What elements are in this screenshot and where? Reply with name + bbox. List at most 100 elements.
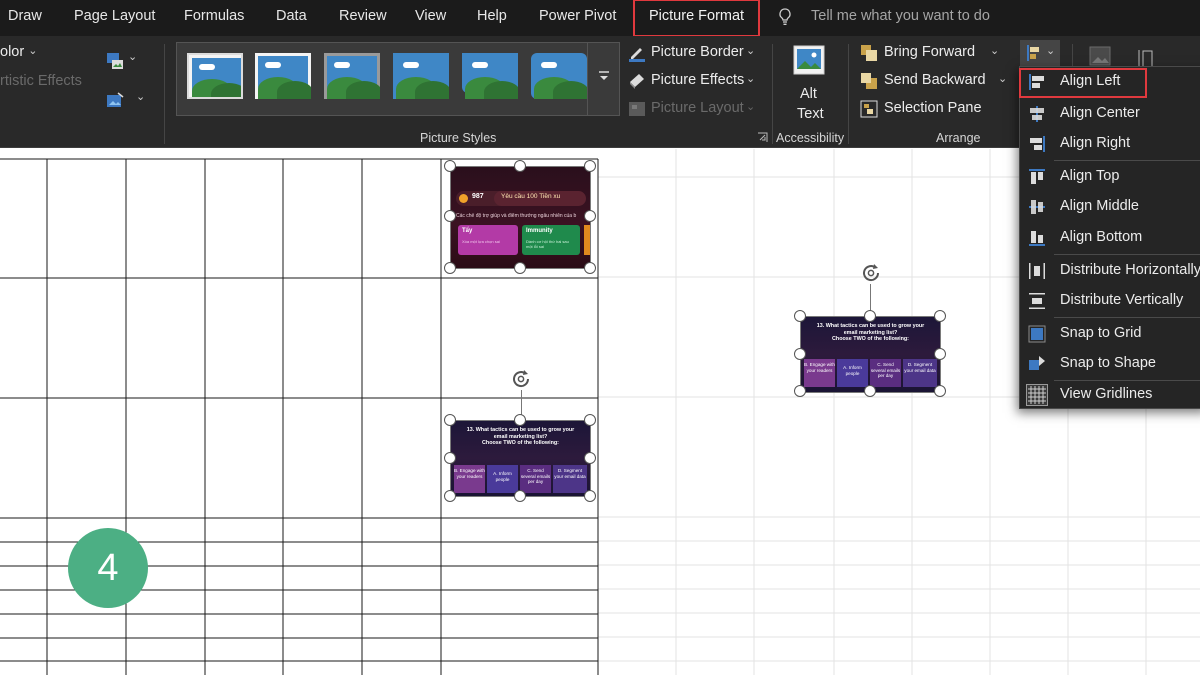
tab-power-pivot[interactable]: Power Pivot xyxy=(539,0,616,34)
tab-help[interactable]: Help xyxy=(477,0,507,34)
menu-item-align-bottom[interactable]: Align Bottom xyxy=(1020,224,1200,254)
resize-handle[interactable] xyxy=(584,160,596,172)
resize-handle[interactable] xyxy=(444,210,456,222)
picture-style-thumb[interactable] xyxy=(324,53,380,99)
resize-handle[interactable] xyxy=(584,490,596,502)
resize-handle[interactable] xyxy=(444,414,456,426)
picture-border-button[interactable]: Picture Border xyxy=(651,44,744,60)
tab-draw[interactable]: Draw xyxy=(8,0,42,34)
arrange-group-label: Arrange xyxy=(936,131,980,145)
resize-handle[interactable] xyxy=(514,262,526,274)
chevron-down-icon[interactable]: ⌄ xyxy=(998,72,1007,85)
alt-text-label-line2: Text xyxy=(797,106,824,122)
menu-item-snap-to-shape[interactable]: Snap to Shape xyxy=(1020,350,1200,380)
align-right-icon xyxy=(1028,135,1046,153)
menu-item-view-gridlines[interactable]: View Gridlines xyxy=(1020,381,1200,411)
menu-item-align-center[interactable]: Align Center xyxy=(1020,100,1200,130)
resize-handle[interactable] xyxy=(584,452,596,464)
align-middle-icon xyxy=(1028,198,1046,216)
menu-item-label: Align Right xyxy=(1060,135,1130,151)
dialog-launcher-icon[interactable] xyxy=(757,132,768,143)
resize-handle[interactable] xyxy=(514,414,526,426)
rotate-handle-icon[interactable] xyxy=(510,368,532,390)
rotate-handle-icon[interactable] xyxy=(860,262,882,284)
resize-handle[interactable] xyxy=(864,385,876,397)
lightbulb-icon xyxy=(778,8,792,26)
distribute-vertically-icon xyxy=(1028,292,1046,310)
resize-handle[interactable] xyxy=(584,210,596,222)
resize-handle[interactable] xyxy=(584,262,596,274)
picture-style-thumb[interactable] xyxy=(531,53,587,99)
resize-handle[interactable] xyxy=(794,310,806,322)
menu-item-label: Align Left xyxy=(1060,73,1120,89)
tab-view[interactable]: View xyxy=(415,0,446,34)
artistic-effects-button[interactable]: rtistic Effects xyxy=(0,73,82,89)
picture-layout-button[interactable]: Picture Layout xyxy=(651,100,744,116)
resize-handle[interactable] xyxy=(514,490,526,502)
align-left-icon xyxy=(1028,73,1046,91)
chevron-down-icon[interactable]: ⌄ xyxy=(990,44,999,57)
tell-me-search[interactable]: Tell me what you want to do xyxy=(778,0,990,34)
menu-item-distribute-vertically[interactable]: Distribute Vertically xyxy=(1020,287,1200,317)
tab-picture-format[interactable]: Picture Format xyxy=(633,0,760,37)
menu-item-label: Align Bottom xyxy=(1060,229,1142,245)
resize-handle[interactable] xyxy=(514,160,526,172)
resize-handle[interactable] xyxy=(934,348,946,360)
menu-item-label: Align Center xyxy=(1060,105,1140,121)
menu-item-snap-to-grid[interactable]: Snap to Grid xyxy=(1020,320,1200,350)
selection-pane-button[interactable]: Selection Pane xyxy=(884,100,982,116)
distribute-horizontally-icon xyxy=(1028,262,1046,280)
picture-style-thumb[interactable] xyxy=(187,53,243,99)
picture-layout-icon xyxy=(628,100,646,118)
align-dropdown-button[interactable]: ⌄ xyxy=(1020,40,1060,66)
snap-to-shape-icon xyxy=(1028,355,1046,373)
picture-border-label: Picture Border xyxy=(651,44,744,60)
resize-handle[interactable] xyxy=(934,385,946,397)
resize-handle[interactable] xyxy=(444,452,456,464)
gallery-more-button[interactable] xyxy=(587,43,619,115)
resize-handle[interactable] xyxy=(444,262,456,274)
artistic-effects-label: rtistic Effects xyxy=(0,73,82,89)
more-styles-icon xyxy=(598,71,610,83)
picture-style-thumb[interactable] xyxy=(255,53,311,99)
resize-handle[interactable] xyxy=(444,490,456,502)
group-separator xyxy=(772,44,773,144)
send-backward-button[interactable]: Send Backward xyxy=(884,72,986,88)
chevron-down-icon[interactable]: ⌄ xyxy=(746,100,755,113)
menu-item-distribute-horizontally[interactable]: Distribute Horizontally xyxy=(1020,257,1200,287)
menu-item-align-middle[interactable]: Align Middle xyxy=(1020,193,1200,223)
menu-item-align-top[interactable]: Align Top xyxy=(1020,163,1200,193)
resize-handle[interactable] xyxy=(794,385,806,397)
tab-page-layout[interactable]: Page Layout xyxy=(74,0,155,34)
resize-handle[interactable] xyxy=(444,160,456,172)
resize-handle[interactable] xyxy=(934,310,946,322)
tab-review[interactable]: Review xyxy=(339,0,387,34)
chevron-down-icon[interactable]: ⌄ xyxy=(746,44,755,57)
ribbon-tab-bar: Draw Page Layout Formulas Data Review Vi… xyxy=(0,0,1200,36)
resize-handle[interactable] xyxy=(584,414,596,426)
menu-item-label: Snap to Grid xyxy=(1060,325,1141,341)
menu-item-align-left[interactable]: Align Left xyxy=(1019,68,1147,98)
color-button[interactable]: olor⌄ xyxy=(0,44,33,60)
alt-text-button[interactable]: Alt Text xyxy=(780,42,840,128)
selection-frame xyxy=(450,420,591,497)
change-picture-icon[interactable] xyxy=(106,92,124,110)
bring-forward-button[interactable]: Bring Forward xyxy=(884,44,975,60)
view-gridlines-icon xyxy=(1026,384,1048,406)
crop-picture-icon[interactable] xyxy=(1089,46,1111,66)
chevron-down-icon[interactable]: ⌄ xyxy=(746,72,755,85)
compress-pictures-icon[interactable] xyxy=(106,52,124,70)
resize-handle[interactable] xyxy=(794,348,806,360)
picture-style-thumb[interactable] xyxy=(462,53,518,99)
tab-formulas[interactable]: Formulas xyxy=(184,0,244,34)
picture-effects-button[interactable]: Picture Effects xyxy=(651,72,744,88)
menu-item-label: Distribute Vertically xyxy=(1060,292,1183,308)
menu-item-align-right[interactable]: Align Right xyxy=(1020,130,1200,160)
chevron-down-icon[interactable]: ⌄ xyxy=(136,90,145,103)
send-backward-icon xyxy=(860,72,878,90)
tab-data[interactable]: Data xyxy=(276,0,307,34)
picture-style-thumb[interactable] xyxy=(393,53,449,99)
chevron-down-icon[interactable]: ⌄ xyxy=(128,50,137,63)
accessibility-group-label: Accessibility xyxy=(776,131,844,145)
resize-handle[interactable] xyxy=(864,310,876,322)
